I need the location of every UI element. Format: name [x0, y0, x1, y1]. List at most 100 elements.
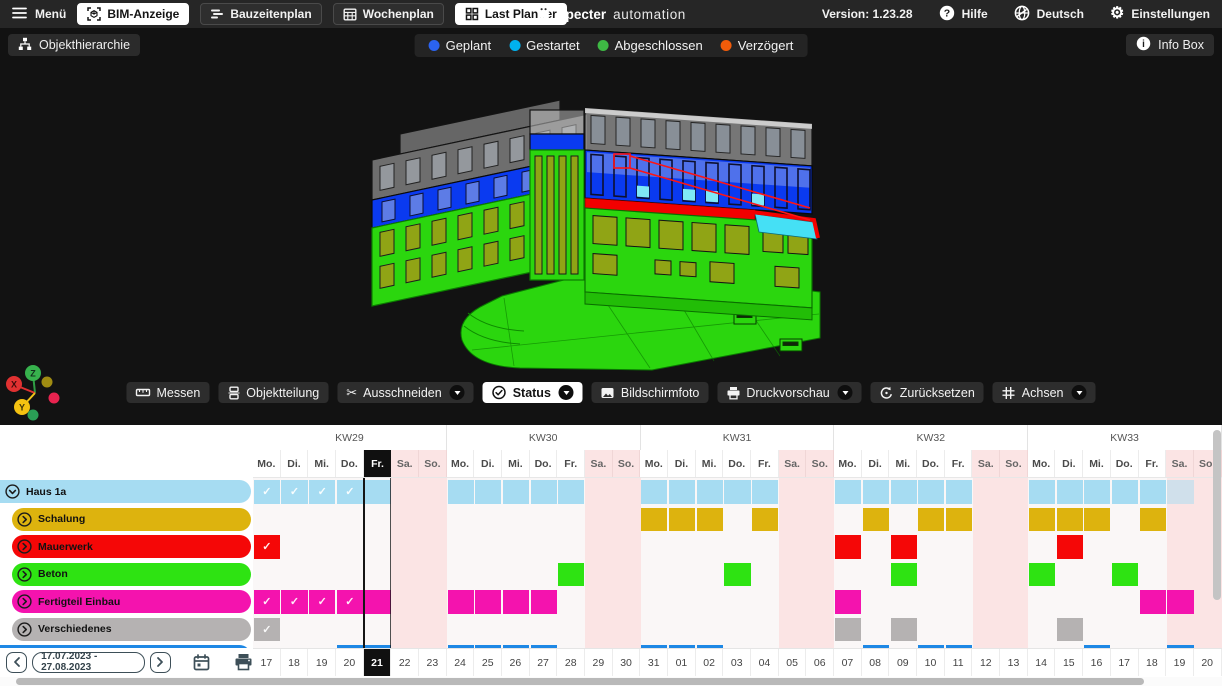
3d-viewport[interactable]: Objekthierarchie GeplantGestartetAbgesch…: [0, 28, 1222, 425]
task-cell-haus-1a[interactable]: [365, 480, 391, 504]
task-cell-haus-1a[interactable]: ✓: [281, 480, 307, 504]
row-pill-mauerwerk[interactable]: Mauerwerk: [12, 535, 251, 558]
task-cell-haus-1a[interactable]: [835, 480, 861, 504]
task-cell-fertigteil-einbau[interactable]: [475, 590, 501, 614]
tool-bildschirmfoto-button[interactable]: Bildschirmfoto: [592, 382, 709, 403]
view-tab-bauzeitenplan[interactable]: Bauzeitenplan: [200, 3, 321, 25]
task-cell-haus-1a[interactable]: [558, 480, 584, 504]
task-cell-fertigteil-einbau[interactable]: ✓: [281, 590, 307, 614]
row-pill-haus-1a[interactable]: Haus 1a: [0, 480, 251, 503]
task-cell-schalung[interactable]: [669, 508, 695, 532]
task-cell-fertigteil-einbau[interactable]: [1167, 590, 1193, 614]
axis-gizmo[interactable]: Z X Y: [2, 362, 66, 422]
view-tab-wochenplan[interactable]: Wochenplan: [333, 3, 444, 25]
vertical-scrollbar-thumb[interactable]: [1213, 430, 1221, 600]
task-cell-fertigteil-einbau[interactable]: [531, 590, 557, 614]
task-cell-verschiedenes[interactable]: ✓: [254, 618, 280, 642]
task-cell-beton[interactable]: [1112, 563, 1138, 587]
task-cell-haus-1a[interactable]: [1029, 480, 1055, 504]
info-box-button[interactable]: i Info Box: [1126, 34, 1214, 56]
language-button[interactable]: Deutsch: [1014, 5, 1084, 24]
task-cell-fertigteil-einbau[interactable]: [1140, 590, 1166, 614]
task-cell-mauerwerk[interactable]: ✓: [254, 535, 280, 559]
task-cell-verschiedenes[interactable]: [1057, 618, 1083, 642]
horizontal-scrollbar-thumb[interactable]: [16, 678, 1144, 685]
task-cell-fertigteil-einbau[interactable]: [503, 590, 529, 614]
tool-status-button[interactable]: Status: [483, 382, 583, 403]
task-cell-haus-1a[interactable]: [641, 480, 667, 504]
task-cell-haus-1a[interactable]: [1140, 480, 1166, 504]
task-cell-schalung[interactable]: [1029, 508, 1055, 532]
dropdown-chevron-icon[interactable]: [838, 385, 853, 400]
task-cell-schalung[interactable]: [752, 508, 778, 532]
row-pill-verschiedenes[interactable]: Verschiedenes: [12, 618, 251, 641]
task-cell-haus-1a[interactable]: ✓: [309, 480, 335, 504]
task-cell-haus-1a[interactable]: [531, 480, 557, 504]
tool-druckvorschau-button[interactable]: Druckvorschau: [717, 382, 861, 403]
task-cell-haus-1a[interactable]: [697, 480, 723, 504]
task-cell-fertigteil-einbau[interactable]: [365, 590, 391, 614]
task-cell-schalung[interactable]: [641, 508, 667, 532]
task-cell-haus-1a[interactable]: [891, 480, 917, 504]
vertical-scrollbar[interactable]: [1213, 430, 1221, 600]
dropdown-chevron-icon[interactable]: [559, 385, 574, 400]
settings-button[interactable]: ⚙ Einstellungen: [1110, 6, 1210, 22]
task-cell-fertigteil-einbau[interactable]: [448, 590, 474, 614]
tool-ausschneiden-button[interactable]: ✂Ausschneiden: [337, 382, 473, 403]
task-cell-fertigteil-einbau[interactable]: ✓: [309, 590, 335, 614]
task-cell-mauerwerk[interactable]: [891, 535, 917, 559]
row-pill-schalung[interactable]: Schalung: [12, 508, 251, 531]
date-range-field[interactable]: 17.07.2023 - 27.08.2023: [32, 652, 145, 673]
calendar-button[interactable]: [193, 654, 210, 671]
task-cell-haus-1a[interactable]: [448, 480, 474, 504]
task-cell-schalung[interactable]: [946, 508, 972, 532]
task-cell-haus-1a[interactable]: [669, 480, 695, 504]
task-cell-beton[interactable]: [558, 563, 584, 587]
task-cell-schalung[interactable]: [697, 508, 723, 532]
object-hierarchy-button[interactable]: Objekthierarchie: [8, 34, 140, 56]
task-cell-schalung[interactable]: [918, 508, 944, 532]
task-cell-haus-1a[interactable]: [503, 480, 529, 504]
dropdown-chevron-icon[interactable]: [1072, 385, 1087, 400]
task-cell-haus-1a[interactable]: [1057, 480, 1083, 504]
task-cell-schalung[interactable]: [1057, 508, 1083, 532]
task-cell-schalung[interactable]: [863, 508, 889, 532]
task-cell-haus-1a[interactable]: ✓: [254, 480, 280, 504]
building-model[interactable]: [352, 80, 852, 375]
task-cell-verschiedenes[interactable]: [891, 618, 917, 642]
task-cell-mauerwerk[interactable]: [1057, 535, 1083, 559]
task-cell-haus-1a[interactable]: [946, 480, 972, 504]
prev-period-button[interactable]: [6, 652, 27, 673]
task-cell-haus-1a[interactable]: [1112, 480, 1138, 504]
task-cell-fertigteil-einbau[interactable]: ✓: [254, 590, 280, 614]
horizontal-scrollbar[interactable]: [0, 677, 1222, 686]
dropdown-chevron-icon[interactable]: [450, 385, 465, 400]
row-pill-fertigteil-einbau[interactable]: Fertigteil Einbau: [12, 590, 251, 613]
task-cell-beton[interactable]: [1029, 563, 1055, 587]
task-cell-schalung[interactable]: [1140, 508, 1166, 532]
tool-messen-button[interactable]: Messen: [127, 382, 210, 403]
task-cell-beton[interactable]: [724, 563, 750, 587]
task-cell-beton[interactable]: [891, 563, 917, 587]
view-tab-bim-anzeige[interactable]: BIM-Anzeige: [77, 3, 189, 25]
task-cell-verschiedenes[interactable]: [835, 618, 861, 642]
help-button[interactable]: ? Hilfe: [939, 5, 988, 24]
print-button[interactable]: [234, 653, 253, 671]
task-cell-haus-1a[interactable]: ✓: [337, 480, 363, 504]
task-cell-haus-1a[interactable]: [1167, 480, 1193, 504]
task-cell-haus-1a[interactable]: [724, 480, 750, 504]
task-cell-schalung[interactable]: [1084, 508, 1110, 532]
tool-objektteilung-button[interactable]: Objektteilung: [218, 382, 328, 403]
menu-button[interactable]: Menü: [12, 7, 66, 22]
task-cell-fertigteil-einbau[interactable]: [835, 590, 861, 614]
task-cell-mauerwerk[interactable]: [835, 535, 861, 559]
task-cell-haus-1a[interactable]: [918, 480, 944, 504]
task-cell-haus-1a[interactable]: [863, 480, 889, 504]
task-cell-fertigteil-einbau[interactable]: ✓: [337, 590, 363, 614]
tool-zur-cksetzen-button[interactable]: Zurücksetzen: [871, 382, 984, 403]
task-cell-haus-1a[interactable]: [752, 480, 778, 504]
task-cell-haus-1a[interactable]: [1084, 480, 1110, 504]
next-period-button[interactable]: [150, 652, 171, 673]
task-cell-haus-1a[interactable]: [475, 480, 501, 504]
row-pill-beton[interactable]: Beton: [12, 563, 251, 586]
